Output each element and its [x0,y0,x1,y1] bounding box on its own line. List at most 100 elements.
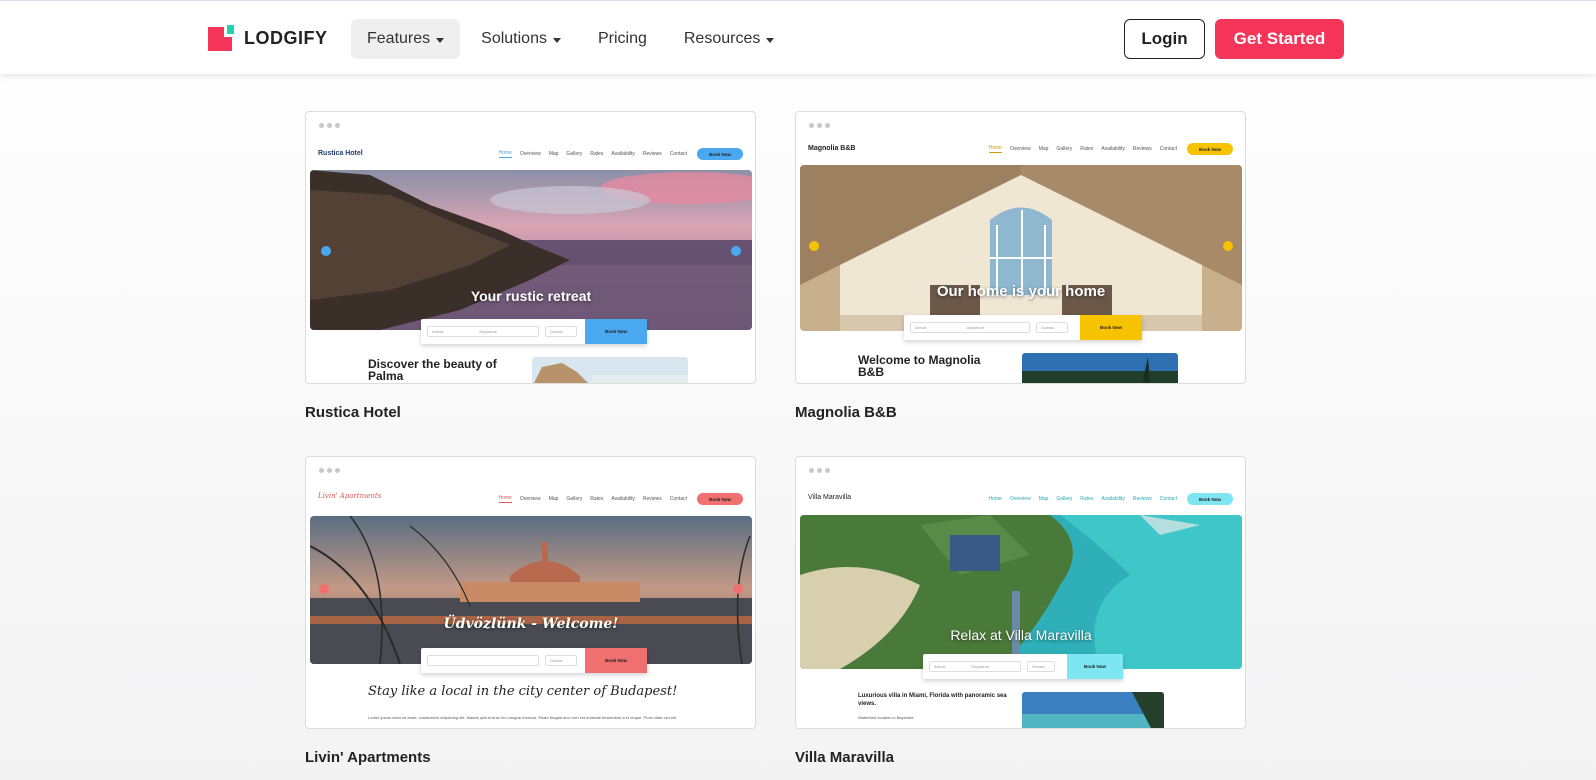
preview-dates-field: Arrival Departure [929,661,1021,672]
card-label[interactable]: Magnolia B&B [795,404,1246,421]
get-started-button[interactable]: Get Started [1215,19,1344,59]
preview-nav-link: Home [988,145,1002,153]
preview-nav-link: Contact [669,496,687,502]
preview-arrival: Arrival [432,329,444,334]
login-button[interactable]: Login [1124,19,1205,59]
preview-search-button: Book Now [1080,315,1142,340]
preview-guests: Guests [545,326,577,337]
preview-nav-link: Map [1038,496,1049,502]
chevron-down-icon [436,37,445,43]
preview-content-image [1022,353,1178,383]
template-preview[interactable]: Livin' Apartments Home Overview Map Gall… [305,456,756,729]
template-preview[interactable]: Villa Maravilla Home Overview Map Galler… [795,456,1246,729]
preview-dates-field [427,655,539,666]
card-label[interactable]: Villa Maravilla [795,749,1246,766]
hero-text: Our home is your home [936,283,1106,300]
nav-features[interactable]: Features [351,19,461,59]
preview-nav-link: Rates [590,496,604,502]
preview-site-title: Rustica Hotel [318,150,363,157]
nav-resources-label: Resources [683,30,761,47]
preview-nav-link: Reviews [1132,146,1152,152]
preview-guests: Guests [545,655,577,666]
preview-departure: Departure [966,325,985,330]
coast-photo [310,170,752,330]
preview-nav-link: Overview [519,496,541,502]
nav-solutions[interactable]: Solutions [465,19,577,59]
window-dots-icon [809,468,833,473]
preview-nav: Home Overview Map Gallery Rates Availabi… [981,493,1233,505]
preview-nav-link: Gallery [1056,496,1073,502]
template-card-livin[interactable]: Livin' Apartments Home Overview Map Gall… [305,456,756,766]
lodgify-logo-icon [208,25,234,51]
hero-image-aerial-villa: Relax at Villa Maravilla [800,515,1242,669]
window-dots-icon [809,123,833,128]
logo-text: LODGIFY [244,27,328,48]
preview-nav-link: Overview [519,151,541,157]
hero-image-coast: Your rustic retreat [310,170,752,330]
preview-search-bar: Arrival Departure Guests Book Now [904,315,1142,340]
preview-nav-link: Contact [669,151,687,157]
building-photo [532,357,688,383]
palm-beach-photo [1022,353,1178,383]
preview-dates-field: Arrival Departure [910,322,1030,333]
preview-nav-link: Home [988,496,1002,502]
aerial-villa-photo [800,515,1242,669]
preview-nav-link: Map [548,496,559,502]
card-label[interactable]: Livin' Apartments [305,749,756,766]
site-header: LODGIFY Features Solutions Pricing Resou… [0,0,1596,74]
preview-nav-link: Availability [1101,496,1125,502]
nav-resources[interactable]: Resources [668,19,790,59]
template-preview[interactable]: Rustica Hotel Home Overview Map Gallery … [305,111,756,384]
lodgify-logo[interactable]: LODGIFY [208,25,328,51]
hero-text: Üdvözlünk - Welcome! [443,616,619,632]
preview-nav-link: Rates [590,151,604,157]
attic-room-photo [800,165,1242,331]
preview-search-bar: Guests Book Now [421,648,647,673]
preview-nav: Home Overview Map Gallery Rates Availabi… [981,143,1233,155]
template-card-rustica[interactable]: Rustica Hotel Home Overview Map Gallery … [305,111,756,421]
preview-guests: Guests [1036,322,1068,333]
preview-content-image [532,357,688,383]
preview-content-title: Welcome to Magnolia B&B [858,353,981,379]
preview-search-bar: Arrival Departure Guests Book Now [923,654,1123,679]
hero-image-attic: Our home is your home [800,165,1242,331]
preview-content-title: Stay like a local in the city center of … [368,684,678,699]
preview-book-button: Book Now [697,493,743,505]
template-card-villa[interactable]: Villa Maravilla Home Overview Map Galler… [795,456,1246,766]
nav-features-label: Features [367,30,431,47]
preview-search-button: Book Now [585,648,647,673]
preview-nav-link: Home [498,495,512,503]
main-nav: Features Solutions Pricing Resources [351,19,795,59]
preview-nav-link: Contact [1159,496,1177,502]
nav-pricing[interactable]: Pricing [582,19,663,59]
preview-search-button: Book Now [585,319,647,344]
preview-nav-link: Home [498,150,512,158]
card-label[interactable]: Rustica Hotel [305,404,756,421]
preview-site-title: Magnolia B&B [808,145,856,152]
budapest-photo [310,516,752,664]
window-dots-icon [319,468,343,473]
window-dots-icon [319,123,343,128]
nav-pricing-label: Pricing [597,30,647,47]
preview-nav-link: Rates [1080,146,1094,152]
preview-dates-field: Arrival Departure [427,326,539,337]
preview-location-text: Waterfront location in Bayshore [858,715,914,720]
preview-nav-link: Reviews [642,151,662,157]
template-preview[interactable]: Magnolia B&B Home Overview Map Gallery R… [795,111,1246,384]
preview-search-bar: Arrival Departure Guests Book Now [421,319,647,344]
preview-nav-link: Overview [1009,496,1031,502]
preview-content-title: Discover the beauty of Palma [368,357,497,383]
preview-nav-link: Rates [1080,496,1094,502]
preview-site-title: Villa Maravilla [808,494,852,501]
preview-arrival: Arrival [915,325,927,330]
preview-nav-link: Reviews [642,496,662,502]
template-card-magnolia[interactable]: Magnolia B&B Home Overview Map Gallery R… [795,111,1246,421]
chevron-down-icon [552,37,561,43]
preview-nav-link: Gallery [566,151,583,157]
preview-nav-link: Availability [611,151,635,157]
preview-content-title: Luxurious villa in Miami, Florida with p… [858,693,1007,707]
carousel-next-icon [1223,241,1233,251]
preview-nav-link: Map [1038,146,1049,152]
carousel-prev-icon [321,246,331,256]
preview-book-button: Book Now [697,148,743,160]
